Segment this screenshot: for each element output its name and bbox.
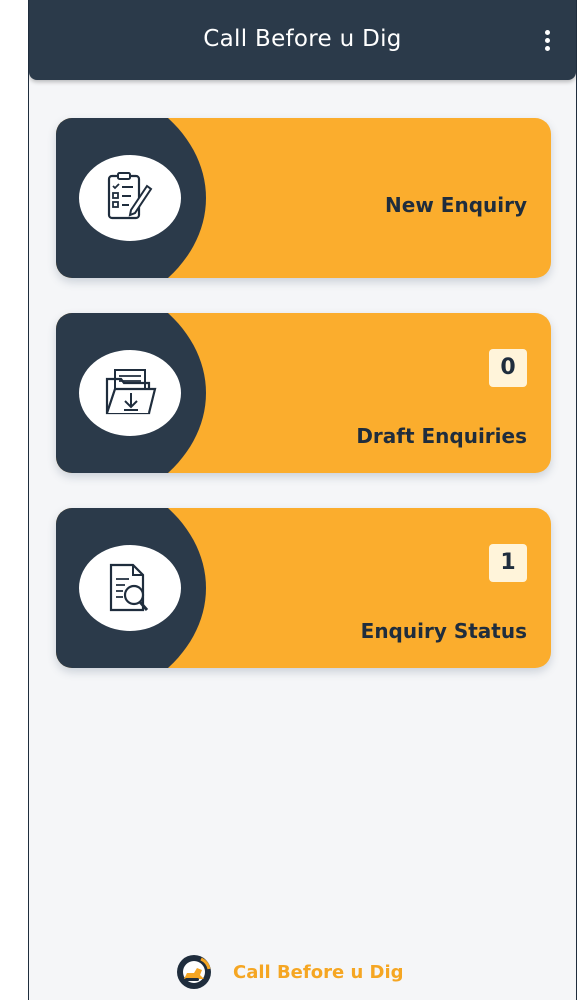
new-enquiry-card[interactable]: New Enquiry bbox=[56, 118, 551, 278]
card-icon-circle bbox=[79, 545, 181, 631]
card-label: New Enquiry bbox=[385, 193, 527, 217]
excavator-logo-icon bbox=[177, 955, 211, 989]
more-vertical-icon[interactable] bbox=[540, 30, 554, 58]
draft-enquiries-card[interactable]: 0 Draft Enquiries bbox=[56, 313, 551, 473]
status-count-badge: 1 bbox=[489, 544, 527, 582]
checklist-pen-icon bbox=[107, 172, 153, 220]
folder-download-icon bbox=[105, 369, 157, 415]
app-bar: Call Before u Dig bbox=[29, 0, 576, 80]
footer-brand: Call Before u Dig bbox=[175, 952, 404, 992]
card-label: Enquiry Status bbox=[360, 619, 527, 643]
card-icon-circle bbox=[79, 350, 181, 436]
footer-brand-text: Call Before u Dig bbox=[233, 961, 404, 983]
draft-count-badge: 0 bbox=[489, 349, 527, 387]
card-icon-circle bbox=[79, 155, 181, 241]
enquiry-status-card[interactable]: 1 Enquiry Status bbox=[56, 508, 551, 668]
card-label: Draft Enquiries bbox=[356, 424, 527, 448]
app-screen: Call Before u Dig New Enquiry 0 Draft En… bbox=[28, 0, 577, 1000]
document-search-icon bbox=[109, 563, 149, 612]
page-title: Call Before u Dig bbox=[203, 26, 402, 52]
